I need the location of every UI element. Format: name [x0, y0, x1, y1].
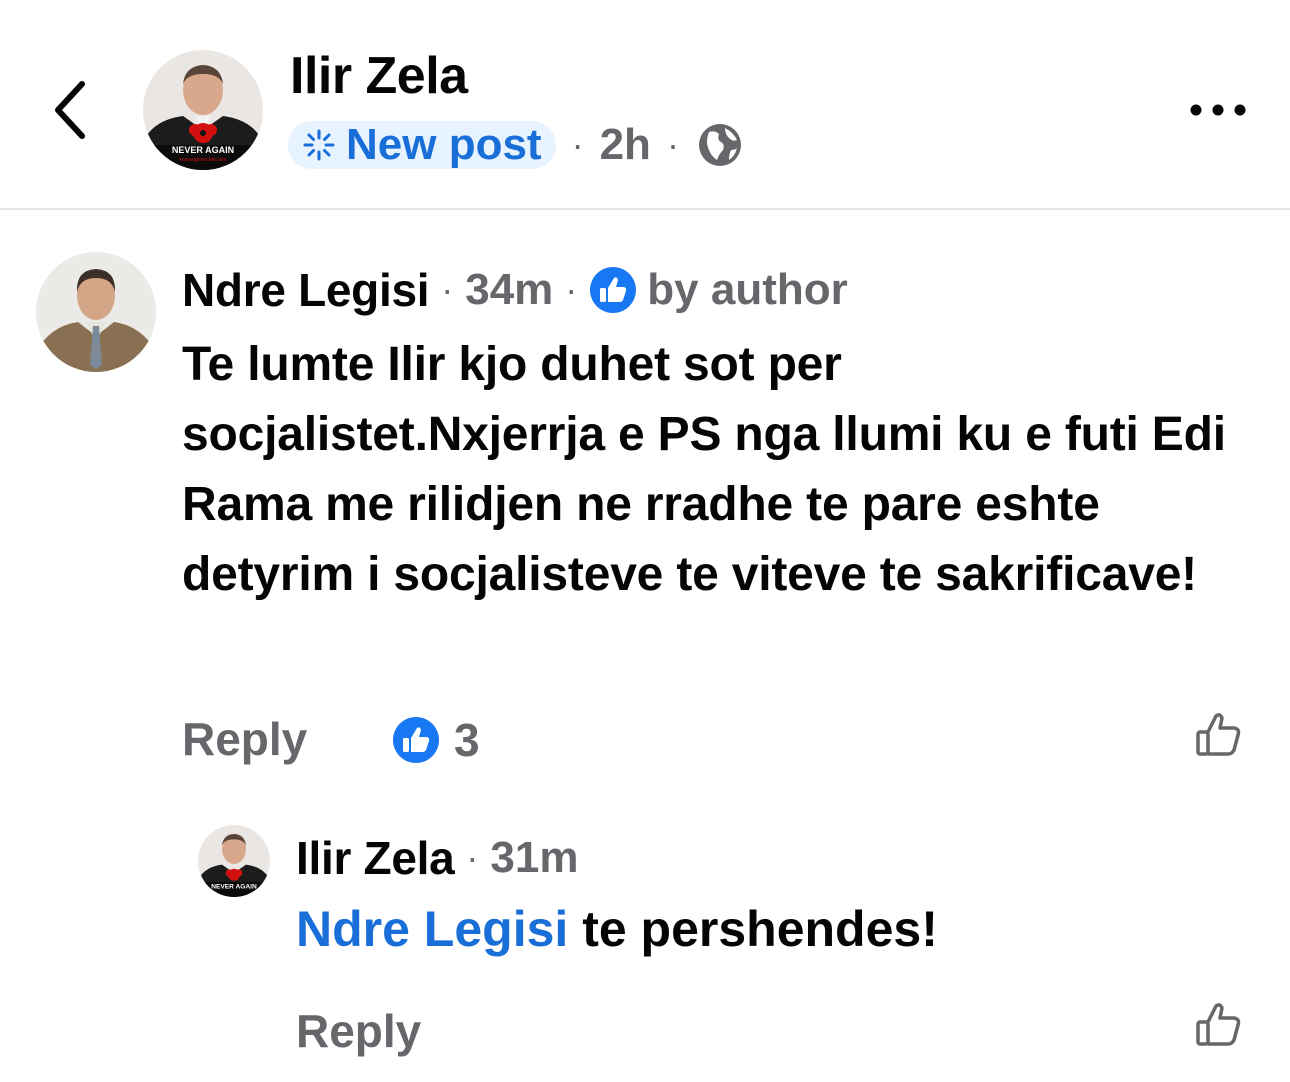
sparkle-icon — [303, 129, 335, 161]
thumbs-up-badge-icon — [393, 717, 439, 763]
thumbs-up-outline-icon — [1196, 1003, 1241, 1046]
reply-button[interactable]: Reply — [182, 712, 307, 766]
new-post-pill[interactable]: New post — [288, 120, 556, 169]
separator-dot: · — [571, 124, 584, 165]
reaction-count: 3 — [454, 714, 480, 766]
back-button[interactable] — [44, 72, 104, 148]
avatar-caption: NEVER AGAIN — [172, 145, 234, 155]
reply-text: te pershendes! — [568, 901, 938, 957]
post-header: NEVER AGAIN kosovogenocide.com Ilir Zela… — [0, 0, 1290, 210]
liked-by-author-label: by author — [647, 265, 848, 314]
replier-avatar[interactable]: NEVER AGAIN — [198, 825, 270, 897]
reply-body: Ndre Legisi te pershendes! — [296, 898, 938, 960]
chevron-left-icon — [55, 81, 85, 139]
more-options-button[interactable] — [1186, 98, 1250, 122]
thumbs-up-badge-icon — [590, 267, 637, 313]
separator-dot: · — [565, 269, 578, 310]
reaction-summary[interactable]: 3 — [392, 714, 480, 766]
comment-time[interactable]: 34m — [465, 265, 553, 315]
comment-header: Ndre Legisi · 34m · by author — [182, 262, 848, 318]
like-comment-button[interactable] — [1194, 710, 1244, 760]
new-post-label: New post — [346, 120, 542, 169]
separator-dot: · — [466, 837, 479, 878]
author-avatar[interactable]: NEVER AGAIN kosovogenocide.com — [143, 50, 263, 170]
reply-button[interactable]: Reply — [296, 1004, 421, 1058]
commenter-avatar[interactable] — [36, 252, 156, 372]
avatar-caption: NEVER AGAIN — [211, 884, 257, 891]
commenter-name[interactable]: Ndre Legisi — [182, 263, 430, 317]
more-horizontal-icon — [1190, 104, 1246, 116]
reply-header: Ilir Zela · 31m — [296, 830, 578, 886]
post-time[interactable]: 2h — [600, 120, 651, 170]
post-author-name[interactable]: Ilir Zela — [290, 46, 468, 106]
separator-dot: · — [441, 269, 454, 310]
avatar-sub-caption: kosovogenocide.com — [180, 157, 227, 163]
comment-body: Te lumte Ilir kjo duhet sot per socjalis… — [182, 338, 1226, 601]
like-reply-button[interactable] — [1194, 1000, 1244, 1050]
globe-icon — [698, 124, 741, 166]
post-meta: New post · 2h · — [288, 118, 745, 172]
thumbs-up-outline-icon — [1196, 713, 1241, 756]
replier-name[interactable]: Ilir Zela — [296, 831, 455, 885]
reply-time[interactable]: 31m — [490, 833, 578, 883]
separator-dot: · — [666, 124, 679, 165]
mention-link[interactable]: Ndre Legisi — [296, 901, 568, 957]
